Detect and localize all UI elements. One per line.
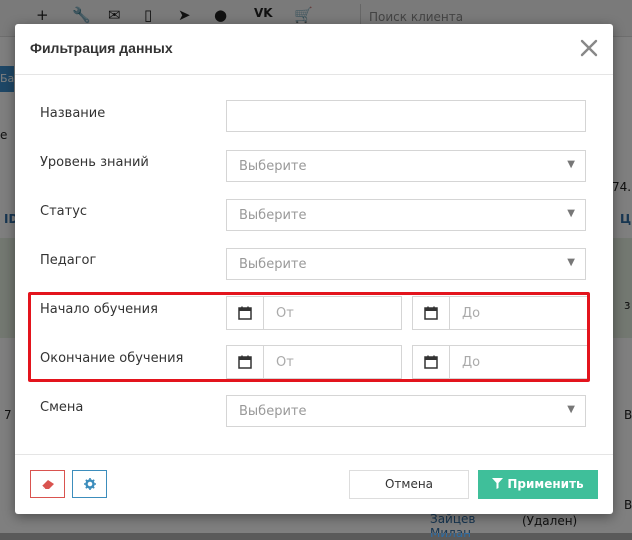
caret-down-icon: ▼ (567, 159, 575, 170)
close-icon (580, 39, 598, 57)
calendar-button[interactable] (413, 297, 450, 329)
modal-header: Фильтрация данных (15, 24, 613, 75)
start-date-label: Начало обучения (40, 302, 158, 317)
calendar-icon (238, 355, 252, 369)
end-date-to-input[interactable] (450, 346, 587, 378)
teacher-select[interactable]: Выберите ▼ (226, 248, 586, 280)
calendar-button[interactable] (413, 346, 450, 378)
calendar-icon (238, 306, 252, 320)
status-label: Статус (40, 204, 88, 219)
calendar-button[interactable] (227, 346, 264, 378)
start-date-to-input[interactable] (450, 297, 587, 329)
level-placeholder: Выберите (239, 159, 307, 174)
start-date-from (226, 296, 402, 330)
settings-button[interactable] (72, 470, 107, 498)
end-date-to (412, 345, 588, 379)
filter-modal: Фильтрация данных Название Уровень знани… (15, 24, 613, 514)
modal-footer: Отмена Применить (15, 454, 613, 515)
apply-button[interactable]: Применить (478, 470, 598, 499)
caret-down-icon: ▼ (567, 208, 575, 219)
close-button[interactable] (577, 36, 601, 60)
shift-label: Смена (40, 400, 84, 415)
name-input[interactable] (226, 100, 586, 132)
teacher-label: Педагог (40, 253, 97, 268)
eraser-icon (41, 480, 54, 490)
modal-title: Фильтрация данных (30, 40, 173, 56)
calendar-icon (424, 355, 438, 369)
end-date-from-input[interactable] (264, 346, 401, 378)
end-date-label: Окончание обучения (40, 351, 184, 366)
name-label: Название (40, 106, 106, 121)
level-label: Уровень знаний (40, 155, 149, 170)
level-select[interactable]: Выберите ▼ (226, 150, 586, 182)
clear-filters-button[interactable] (30, 470, 65, 498)
end-date-from (226, 345, 402, 379)
caret-down-icon: ▼ (567, 257, 575, 268)
caret-down-icon: ▼ (567, 404, 575, 415)
start-date-to (412, 296, 588, 330)
start-date-from-input[interactable] (264, 297, 401, 329)
gear-icon (83, 478, 96, 490)
filter-icon (492, 478, 504, 489)
apply-button-label: Применить (507, 477, 584, 491)
calendar-button[interactable] (227, 297, 264, 329)
shift-select[interactable]: Выберите ▼ (226, 395, 586, 427)
status-placeholder: Выберите (239, 208, 307, 223)
shift-placeholder: Выберите (239, 404, 307, 419)
teacher-placeholder: Выберите (239, 257, 307, 272)
calendar-icon (424, 306, 438, 320)
status-select[interactable]: Выберите ▼ (226, 199, 586, 231)
cancel-button[interactable]: Отмена (349, 470, 469, 499)
